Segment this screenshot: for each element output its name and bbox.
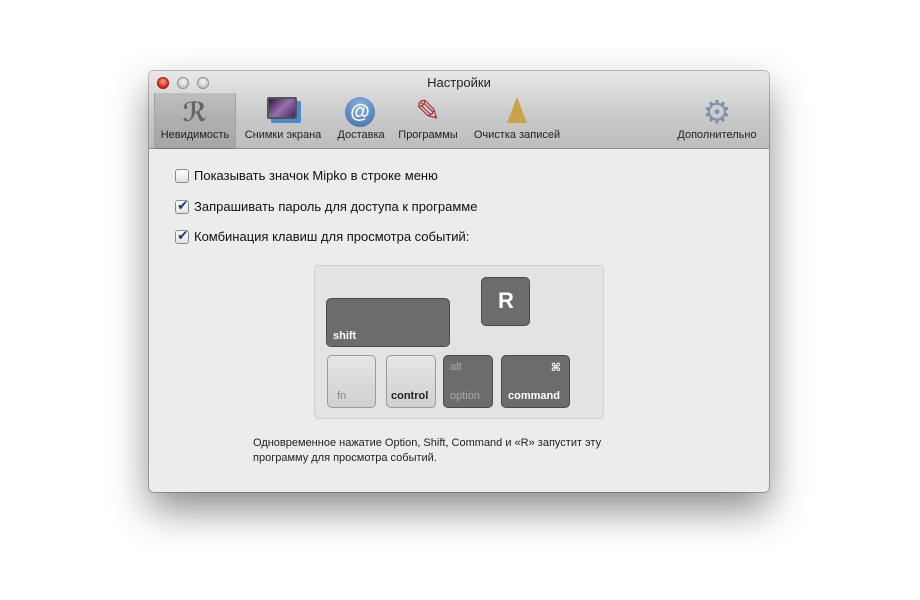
hotkey-checkbox[interactable] [175,227,189,244]
show-menu-icon-option[interactable]: Показывать значок Mipko в строке меню [175,168,438,183]
show-menu-icon-checkbox[interactable] [175,168,189,183]
key-label: control [391,390,429,402]
tab-label: Дополнительно [677,129,757,141]
key-r[interactable]: R [481,277,530,326]
hotkey-option[interactable]: Комбинация клавиш для просмотра событий: [175,227,470,244]
command-symbol-icon: ⌘ [550,362,561,374]
tab-screenshots[interactable]: Снимки экрана [239,93,327,149]
tab-invisibility[interactable]: ℛ Невидимость [154,93,236,149]
require-password-option[interactable]: Запрашивать пароль для доступа к програм… [175,197,478,214]
key-label: shift [333,330,357,342]
hotkey-description: Одновременное нажатие Option, Shift, Com… [253,437,602,464]
tab-cleanup[interactable]: Очистка записей [468,93,566,149]
key-label-alt: alt [450,361,462,373]
at-sign-icon: @ [345,97,377,127]
hotkey-keyboard-panel: shift R fn control alt option ⌘ command [314,265,604,419]
option-label: Запрашивать пароль для доступа к програм… [194,199,478,214]
key-fn[interactable]: fn [327,355,376,408]
tab-applications[interactable]: ✎ Программы [394,93,462,149]
tab-label: Доставка [337,129,385,141]
require-password-checkbox[interactable] [175,197,189,214]
tab-delivery[interactable]: @ Доставка [333,93,389,149]
eye-of-horus-icon: ℛ [182,97,208,127]
tab-label: Программы [398,129,458,141]
tab-label: Невидимость [160,129,230,141]
titlebar-toolbar: Настройки ℛ Невидимость Снимки экрана @ … [149,71,769,149]
key-shift[interactable]: shift [326,298,450,347]
gear-icon: ⚙ [702,94,732,130]
applications-icon: ✎ [415,95,441,128]
tab-label: Снимки экрана [244,129,322,141]
tab-advanced[interactable]: ⚙ Дополнительно [671,93,763,149]
screenshots-icon [267,97,299,127]
key-label: fn [337,390,347,402]
tab-label: Очистка записей [473,129,561,141]
key-option[interactable]: alt option [443,355,493,408]
broom-icon [501,97,533,127]
option-label: Показывать значок Mipko в строке меню [194,168,438,183]
window-title: Настройки [427,75,491,90]
preferences-window: Настройки ℛ Невидимость Снимки экрана @ … [149,71,769,492]
key-command[interactable]: ⌘ command [501,355,570,408]
key-control[interactable]: control [386,355,436,408]
key-label: command [508,390,560,402]
key-label: R [498,288,514,313]
key-label-option: option [450,390,480,402]
option-label: Комбинация клавиш для просмотра событий: [194,229,470,244]
